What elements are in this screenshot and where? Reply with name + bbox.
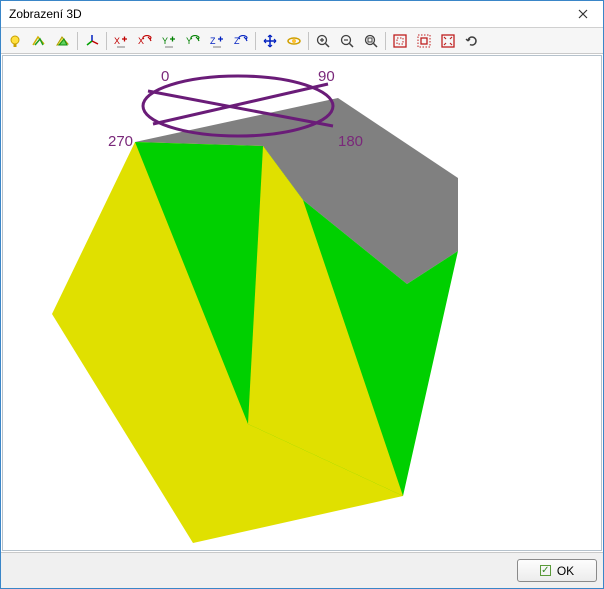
check-icon: ✓	[540, 565, 551, 576]
scene-3d: 0 90 180 270	[3, 56, 601, 550]
x-plus-button[interactable]: X	[109, 30, 133, 52]
zoom-out-icon	[339, 33, 355, 49]
fit-window-button[interactable]	[436, 30, 460, 52]
window-title: Zobrazení 3D	[9, 7, 563, 21]
titlebar: Zobrazení 3D	[1, 1, 603, 28]
toolbar-separator	[77, 32, 78, 50]
zoom-extents-button[interactable]	[359, 30, 383, 52]
region-inner-button[interactable]	[412, 30, 436, 52]
toolbar-separator	[106, 32, 107, 50]
pan-button[interactable]	[258, 30, 282, 52]
y-rotate-button[interactable]: Y	[181, 30, 205, 52]
ok-label: OK	[557, 564, 574, 578]
x-rotate-button[interactable]: X	[133, 30, 157, 52]
region-outer-icon	[392, 33, 408, 49]
wireframe-1-button[interactable]	[27, 30, 51, 52]
toolbar: X X Y Y	[1, 28, 603, 54]
svg-text:X: X	[114, 36, 120, 46]
fit-window-icon	[440, 33, 456, 49]
z-rotate-icon: Z	[233, 33, 249, 49]
light-bulb-icon	[7, 33, 23, 49]
light-bulb-button[interactable]	[3, 30, 27, 52]
ok-button[interactable]: ✓ OK	[517, 559, 597, 582]
x-rotate-icon: X	[137, 33, 153, 49]
window-3d-view: Zobrazení 3D	[0, 0, 604, 589]
orbit-button[interactable]	[282, 30, 306, 52]
compass-e: 90	[318, 68, 335, 85]
refresh-icon	[464, 33, 480, 49]
z-plus-button[interactable]: Z	[205, 30, 229, 52]
pan-icon	[262, 33, 278, 49]
toolbar-separator	[255, 32, 256, 50]
z-plus-icon: Z	[209, 33, 225, 49]
x-plus-icon: X	[113, 33, 129, 49]
zoom-extents-icon	[363, 33, 379, 49]
viewport-3d[interactable]: 0 90 180 270	[2, 55, 602, 551]
zoom-in-button[interactable]	[311, 30, 335, 52]
close-button[interactable]	[563, 1, 603, 27]
refresh-button[interactable]	[460, 30, 484, 52]
wireframe-1-icon	[31, 33, 47, 49]
svg-text:Y: Y	[162, 36, 168, 46]
compass-s: 180	[338, 133, 363, 150]
close-icon	[578, 9, 588, 19]
y-plus-button[interactable]: Y	[157, 30, 181, 52]
compass-w: 270	[108, 133, 133, 150]
wireframe-2-icon	[55, 33, 71, 49]
compass-n: 0	[161, 68, 169, 85]
toolbar-separator	[308, 32, 309, 50]
region-inner-icon	[416, 33, 432, 49]
svg-text:Z: Z	[210, 36, 216, 46]
dialog-footer: ✓ OK	[1, 552, 603, 588]
axes-button[interactable]	[80, 30, 104, 52]
wireframe-2-button[interactable]	[51, 30, 75, 52]
region-outer-button[interactable]	[388, 30, 412, 52]
zoom-in-icon	[315, 33, 331, 49]
toolbar-separator	[385, 32, 386, 50]
orbit-icon	[286, 33, 302, 49]
axes-icon	[84, 33, 100, 49]
y-rotate-icon: Y	[185, 33, 201, 49]
y-plus-icon: Y	[161, 33, 177, 49]
z-rotate-button[interactable]: Z	[229, 30, 253, 52]
zoom-out-button[interactable]	[335, 30, 359, 52]
